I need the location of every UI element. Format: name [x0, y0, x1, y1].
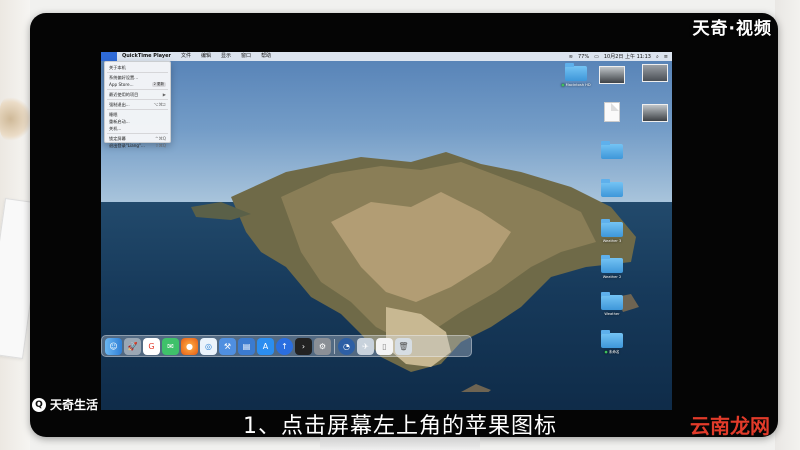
desktop-screenshot-icon[interactable] — [638, 104, 672, 122]
wechat-icon[interactable]: ✉ — [162, 337, 179, 355]
image-icon — [642, 104, 668, 122]
folder-icon — [601, 292, 623, 310]
dock-divider — [334, 338, 335, 354]
desktop-disk-icon[interactable]: Macintosh HD — [559, 63, 593, 87]
folder-icon — [601, 219, 623, 237]
folder-icon — [565, 63, 587, 81]
desktop-folder-icon[interactable] — [595, 141, 629, 159]
quicktime-icon[interactable]: ◔ — [338, 337, 355, 355]
desktop-document-icon[interactable] — [595, 102, 629, 122]
desktop-folder-weather2[interactable]: Weather 2 — [595, 255, 629, 279]
firefox-icon[interactable]: ● — [181, 337, 198, 355]
desktop-screenshot-icon[interactable] — [595, 66, 629, 84]
folder-icon — [601, 330, 623, 348]
folder-icon — [601, 179, 623, 197]
image-icon — [642, 64, 668, 82]
desktop-folder-weather3[interactable]: Weather 3 — [595, 219, 629, 243]
document-icon[interactable]: ▯ — [376, 337, 393, 355]
dock: ☺ 🚀 G ✉ ● ◎ ⚒ ▤ A ↑ › ⚙ ◔ ✈ ▯ 🗑 — [101, 335, 472, 357]
watermark: 天奇·视频 — [692, 19, 772, 39]
wheat-decoration — [0, 95, 30, 143]
folder-icon — [601, 255, 623, 273]
desktop-screen-icon[interactable] — [638, 64, 672, 82]
desktop-folder-untitled[interactable]: 未命名 — [595, 330, 629, 355]
app-icon[interactable]: G — [143, 337, 160, 355]
monitor-stand — [320, 437, 480, 450]
settings-icon[interactable]: ⚙ — [314, 337, 331, 355]
preview-icon[interactable]: ✈ — [357, 337, 374, 355]
finder-icon[interactable]: ☺ — [105, 337, 122, 355]
terminal-icon[interactable]: › — [295, 337, 312, 355]
xcode-icon[interactable]: ⚒ — [219, 337, 236, 355]
desktop-folder-weather[interactable]: Weather — [595, 292, 629, 316]
image-icon — [599, 66, 625, 84]
appstore-icon[interactable]: A — [257, 337, 274, 355]
safari-icon[interactable]: ◎ — [200, 337, 217, 355]
upload-icon[interactable]: ↑ — [276, 337, 293, 355]
document-icon — [604, 102, 620, 122]
desktop-folder-icon[interactable] — [595, 179, 629, 197]
trash-icon[interactable]: 🗑 — [395, 337, 412, 355]
launchpad-icon[interactable]: 🚀 — [124, 337, 141, 355]
site-watermark: 云南龙网 — [690, 414, 770, 438]
subtitle: 1、点击屏幕左上角的苹果图标 — [243, 414, 557, 439]
background-right — [775, 0, 800, 450]
files-icon[interactable]: ▤ — [238, 337, 255, 355]
folder-icon — [601, 141, 623, 159]
